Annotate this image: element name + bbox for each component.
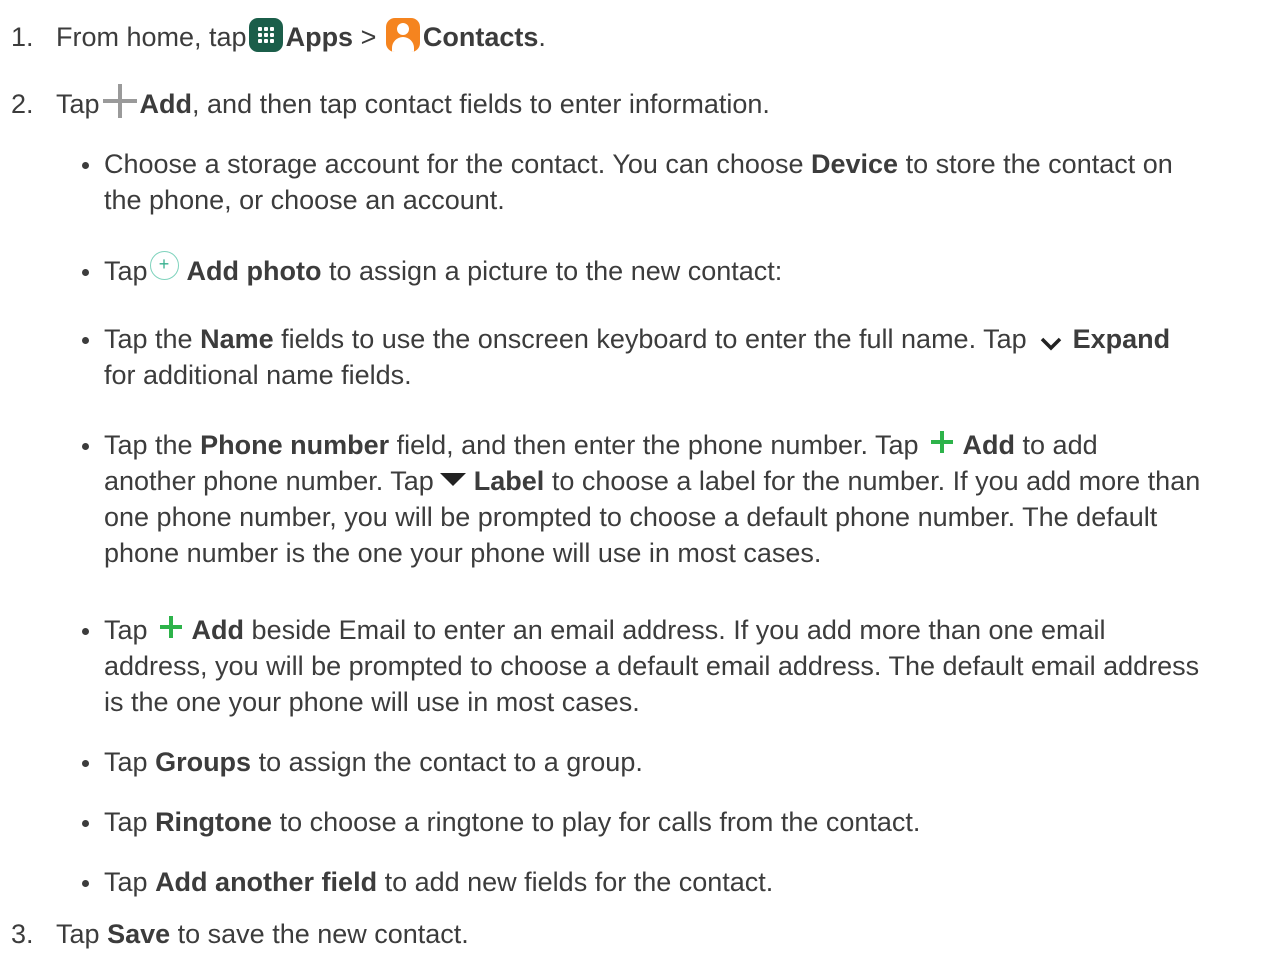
plus-icon bbox=[102, 83, 137, 118]
bullet-phone-number: Tap the Phone number field, and then ent… bbox=[82, 427, 1254, 571]
save-label: Save bbox=[107, 919, 171, 949]
bullet-add-photo: Tap + Add photo to assign a picture to the… bbox=[82, 251, 1254, 289]
bullet-storage-account: Choose a storage account for the contact… bbox=[82, 146, 1254, 218]
bullet-name-fields: Tap the Name fields to use the onscreen … bbox=[82, 321, 1254, 393]
bullet-groups: Tap Groups to assign the contact to a gr… bbox=[82, 744, 1254, 780]
bullet-email: Tap Add beside Email to enter an email ad… bbox=[82, 612, 1254, 720]
step-2: 2. Tap Add, and then tap contact fields to… bbox=[11, 83, 770, 122]
circle-plus-icon: + bbox=[149, 251, 179, 281]
contacts-label: Contacts bbox=[422, 22, 539, 52]
apps-label: Apps bbox=[285, 22, 354, 52]
step-number: 2. bbox=[11, 89, 34, 119]
step-3: 3. Tap Save to save the new contact. bbox=[11, 916, 469, 952]
apps-grid-icon bbox=[248, 17, 283, 52]
triangle-down-icon bbox=[439, 473, 466, 487]
add-label: Add bbox=[139, 89, 193, 119]
bullet-add-another-field: Tap Add another field to add new fields … bbox=[82, 864, 1254, 900]
step-number: 1. bbox=[11, 22, 34, 52]
step-number: 3. bbox=[11, 919, 34, 949]
contacts-person-icon bbox=[385, 17, 420, 52]
step-1: 1. From home, tap Apps > Contacts. bbox=[11, 17, 546, 55]
chevron-down-icon bbox=[1039, 327, 1063, 351]
plus-icon bbox=[159, 615, 182, 638]
plus-icon bbox=[930, 430, 953, 453]
bullet-ringtone: Tap Ringtone to choose a ringtone to pla… bbox=[82, 804, 1254, 840]
